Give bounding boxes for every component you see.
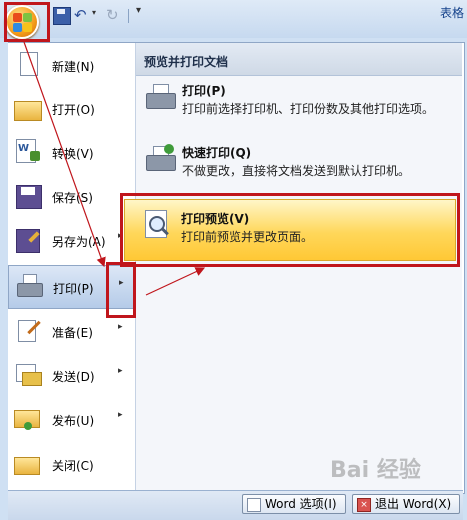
menu-item-close[interactable]: 关闭(C) xyxy=(8,443,135,487)
menu-item-label: 转换(V) xyxy=(52,147,94,161)
menu-item-label: 发布(U) xyxy=(52,414,95,428)
send-icon xyxy=(14,362,42,388)
menu-item-publish[interactable]: 发布(U) ▸ xyxy=(8,398,135,442)
highlight-print-preview xyxy=(120,193,460,267)
submenu-item-title: 快速打印(Q) xyxy=(182,146,252,160)
submenu-item-print[interactable]: 打印(P) 打印前选择打印机、打印份数及其他打印选项。 xyxy=(138,82,458,134)
printer-icon xyxy=(144,82,176,114)
menu-item-save[interactable]: 保存(S) xyxy=(8,175,135,219)
exit-word-button[interactable]: × 退出 Word(X) xyxy=(352,494,460,514)
highlight-print-submenu-arrow xyxy=(106,262,136,318)
submenu-item-quick-print[interactable]: 快速打印(Q) 不做更改，直接将文档发送到默认打印机。 xyxy=(138,144,458,184)
print-submenu-header: 预览并打印文档 xyxy=(136,43,462,76)
open-folder-icon xyxy=(14,95,42,121)
submenu-item-description: 不做更改，直接将文档发送到默认打印机。 xyxy=(182,164,411,178)
menu-item-label: 发送(D) xyxy=(52,370,95,384)
baidu-watermark: Bai 经验 xyxy=(330,458,421,483)
exit-word-label: 退出 Word(X) xyxy=(375,497,452,511)
print-submenu-title: 预览并打印文档 xyxy=(144,55,229,69)
options-icon xyxy=(247,498,261,512)
menu-item-label: 保存(S) xyxy=(52,191,93,205)
submenu-item-description: 打印前选择打印机、打印份数及其他打印选项。 xyxy=(182,102,435,116)
toolbar-divider xyxy=(128,9,129,23)
save-disk-icon xyxy=(14,183,42,209)
exit-icon: × xyxy=(357,498,371,512)
publish-icon xyxy=(14,406,42,432)
menu-item-send[interactable]: 发送(D) ▸ xyxy=(8,354,135,398)
menu-item-save-as[interactable]: 另存为(A) ▸ xyxy=(8,219,135,263)
word-options-button[interactable]: Word 选项(I) xyxy=(242,494,346,514)
save-icon[interactable] xyxy=(53,7,71,25)
undo-dropdown-arrow[interactable]: ▾ xyxy=(92,8,96,17)
menu-item-label: 打开(O) xyxy=(52,103,95,117)
menu-item-label: 准备(E) xyxy=(52,326,93,340)
convert-icon: W xyxy=(14,139,42,165)
menu-item-new[interactable]: 新建(N) xyxy=(8,44,135,88)
submenu-arrow-icon: ▸ xyxy=(118,322,123,332)
menu-item-label: 关闭(C) xyxy=(52,459,94,473)
save-as-icon xyxy=(14,227,42,253)
quick-print-icon xyxy=(144,144,176,176)
prepare-icon xyxy=(14,318,42,344)
highlight-office-button xyxy=(4,2,50,42)
close-folder-icon xyxy=(14,451,42,477)
submenu-arrow-icon: ▸ xyxy=(118,410,123,420)
menu-item-label: 另存为(A) xyxy=(52,235,106,249)
menu-item-open[interactable]: 打开(O) xyxy=(8,87,135,131)
redo-icon[interactable]: ↻ xyxy=(106,7,122,23)
submenu-arrow-icon: ▸ xyxy=(118,366,123,376)
submenu-item-title: 打印(P) xyxy=(182,84,226,98)
new-document-icon xyxy=(14,52,42,78)
word-options-label: Word 选项(I) xyxy=(265,497,337,511)
ribbon-tab-table[interactable]: 表格 xyxy=(440,4,464,21)
printer-icon xyxy=(15,274,43,300)
menu-item-label: 新建(N) xyxy=(52,60,95,74)
customize-toolbar-dropdown[interactable]: ▾ xyxy=(136,5,141,16)
menu-item-label: 打印(P) xyxy=(53,282,94,296)
menu-item-convert[interactable]: W 转换(V) xyxy=(8,131,135,175)
undo-icon[interactable]: ↶ xyxy=(74,7,90,23)
